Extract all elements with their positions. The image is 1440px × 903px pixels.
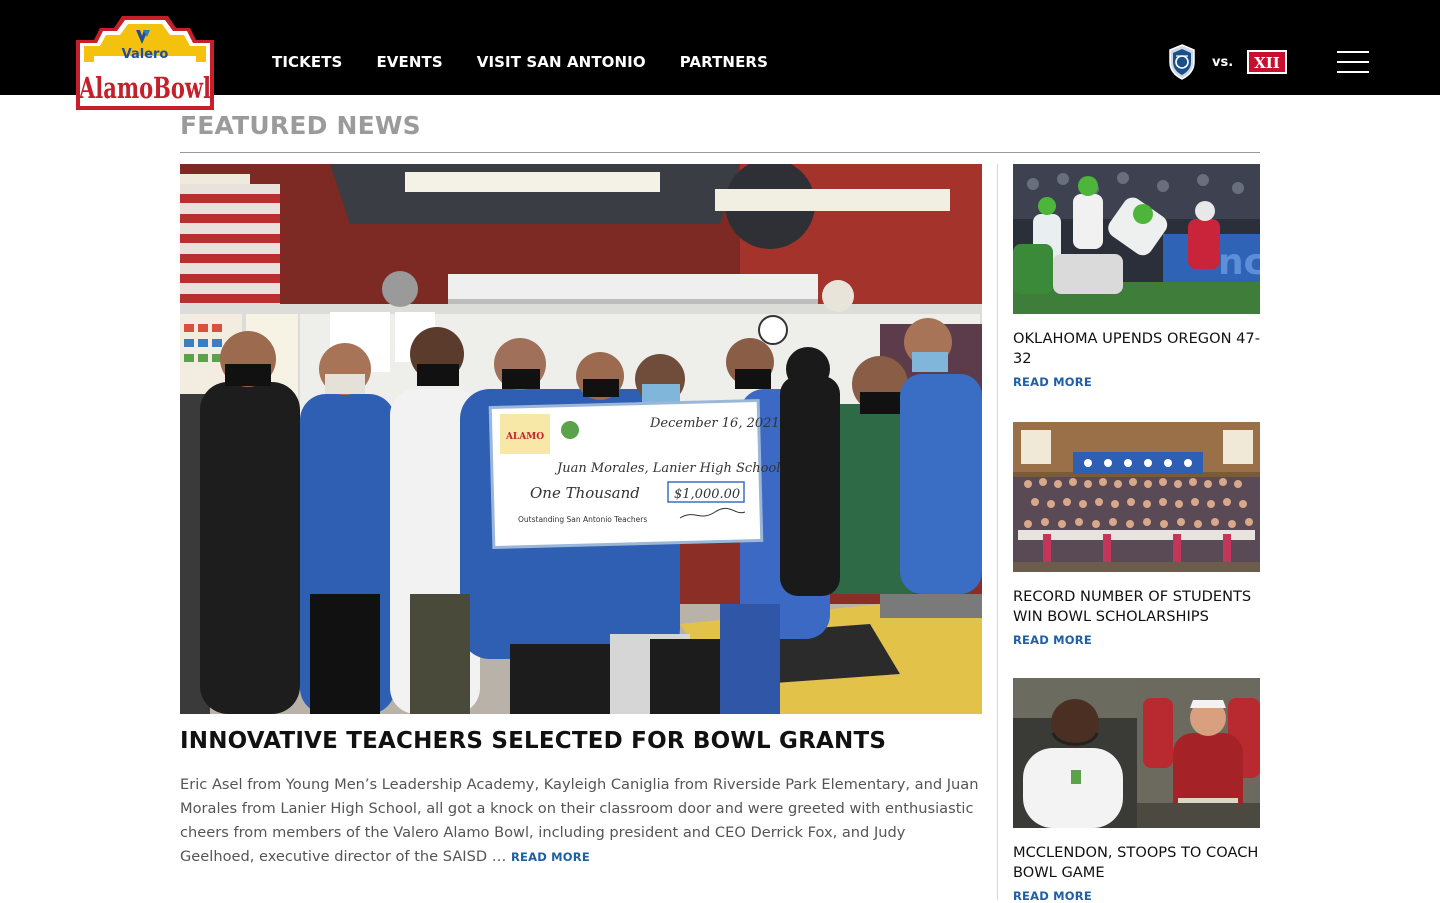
logo-name-text: AlamoBowl bbox=[78, 71, 211, 105]
nav-visit-san-antonio[interactable]: VISIT SAN ANTONIO bbox=[477, 51, 646, 73]
coaches-photo bbox=[1013, 678, 1260, 828]
main-story-title[interactable]: INNOVATIVE TEACHERS SELECTED FOR BOWL GR… bbox=[180, 728, 886, 754]
main-story-read-more[interactable]: READ MORE bbox=[511, 850, 590, 864]
check-date: December 16, 2021 bbox=[649, 416, 780, 431]
nav-partners[interactable]: PARTNERS bbox=[680, 51, 768, 73]
big-12-text: XII bbox=[1254, 54, 1280, 72]
pac-12-shield-icon bbox=[1169, 44, 1195, 80]
alamo-bowl-logo[interactable]: Valero AlamoBowl bbox=[72, 10, 218, 118]
side-story-2-title[interactable]: RECORD NUMBER OF STUDENTS WIN BOWL SCHOL… bbox=[1013, 587, 1260, 627]
football-game-photo: nc bbox=[1013, 164, 1260, 314]
side-story-3-title[interactable]: MCCLENDON, STOOPS TO COACH BOWL GAME bbox=[1013, 843, 1260, 883]
nav-tickets[interactable]: TICKETS bbox=[272, 51, 342, 73]
nav-events[interactable]: EVENTS bbox=[376, 51, 442, 73]
hamburger-menu-icon[interactable] bbox=[1337, 51, 1369, 73]
side-story-3: MCCLENDON, STOOPS TO COACH BOWL GAME REA… bbox=[1013, 678, 1260, 903]
side-story-1-read-more[interactable]: READ MORE bbox=[1013, 375, 1260, 389]
side-story-2-read-more[interactable]: READ MORE bbox=[1013, 633, 1260, 647]
bowl-matchup[interactable]: vs. XII bbox=[1168, 44, 1288, 80]
scholarship-group-photo bbox=[1013, 422, 1260, 572]
teachers-check-photo: ALAMO December 16, 2021 Juan Morales, La… bbox=[180, 164, 982, 714]
main-nav: TICKETS EVENTS VISIT SAN ANTONIO PARTNER… bbox=[272, 51, 802, 73]
heading-divider bbox=[180, 152, 1260, 153]
side-story-2-photo[interactable] bbox=[1013, 422, 1260, 572]
big-12-logo-icon: XII bbox=[1247, 50, 1288, 74]
vs-label: vs. bbox=[1212, 54, 1234, 70]
check-memo: Outstanding San Antonio Teachers bbox=[518, 515, 647, 524]
side-story-3-photo[interactable] bbox=[1013, 678, 1260, 828]
main-story-photo[interactable]: ALAMO December 16, 2021 Juan Morales, La… bbox=[180, 164, 982, 714]
svg-text:nc: nc bbox=[1218, 242, 1260, 283]
side-story-2: RECORD NUMBER OF STUDENTS WIN BOWL SCHOL… bbox=[1013, 422, 1260, 647]
side-story-1: nc OKLAHOMA UPENDS OREGON 47-32 READ MOR… bbox=[1013, 164, 1260, 389]
main-story-excerpt: Eric Asel from Young Men’s Leadership Ac… bbox=[180, 773, 980, 869]
check-payee: Juan Morales, Lanier High School bbox=[554, 461, 780, 476]
side-story-3-read-more[interactable]: READ MORE bbox=[1013, 889, 1260, 903]
svg-text:ALAMO: ALAMO bbox=[505, 432, 544, 442]
side-story-1-photo[interactable]: nc bbox=[1013, 164, 1260, 314]
logo-sponsor-text: Valero bbox=[122, 47, 169, 62]
check-amount: $1,000.00 bbox=[674, 487, 740, 502]
column-divider bbox=[997, 164, 998, 900]
check-amount-words: One Thousand bbox=[530, 484, 640, 502]
side-story-1-title[interactable]: OKLAHOMA UPENDS OREGON 47-32 bbox=[1013, 329, 1260, 369]
